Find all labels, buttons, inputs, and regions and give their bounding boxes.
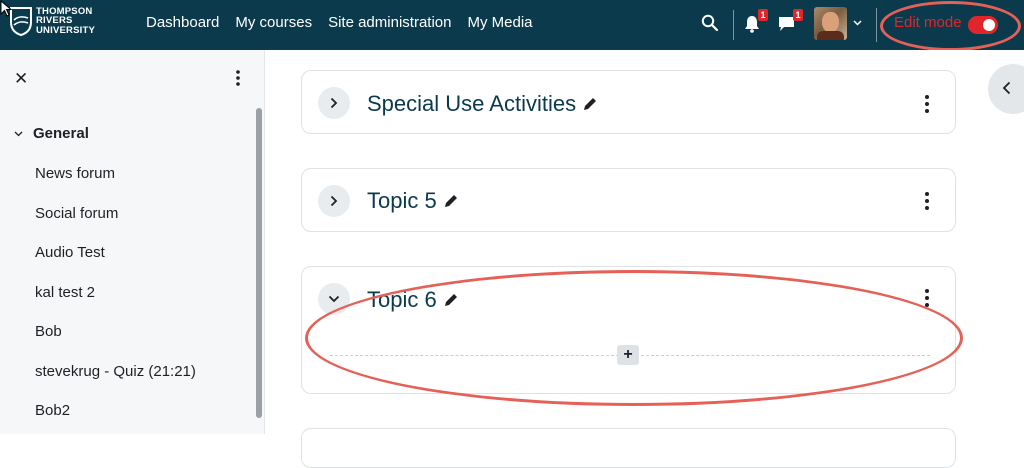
chevron-down-icon [328,295,340,303]
course-index-item[interactable]: News forum [35,165,115,182]
pencil-icon[interactable] [443,292,459,308]
course-index-item[interactable]: Bob2 [35,402,70,419]
nav-my-courses-link[interactable]: My courses [235,14,312,31]
top-navbar: THOMPSON RIVERS UNIVERSITY Dashboard My … [0,0,1024,50]
pencil-icon[interactable] [443,193,459,209]
section-title[interactable]: Topic 6 [367,287,459,313]
section-card: Topic 6 + [301,266,956,394]
section-card [301,428,956,468]
section-title[interactable]: Topic 5 [367,188,459,214]
drawer-menu-kebab-icon[interactable] [236,70,240,86]
chevron-left-icon [1002,81,1011,95]
section-title-text[interactable]: Topic 5 [367,188,437,214]
course-section-general[interactable]: General [14,125,89,142]
section-expand-button[interactable] [318,185,350,217]
section-title-text[interactable]: Topic 6 [367,287,437,313]
section-collapse-button[interactable] [318,283,350,315]
user-avatar[interactable] [814,7,847,40]
chevron-right-icon [330,97,338,109]
edit-mode-toggle[interactable] [968,16,998,34]
section-card: Special Use Activities [301,70,956,134]
university-logo[interactable]: THOMPSON RIVERS UNIVERSITY [10,6,95,36]
nav-dashboard-link[interactable]: Dashboard [146,14,219,31]
section-actions-kebab-icon[interactable] [925,289,929,310]
chevron-right-icon [330,195,338,207]
section-actions-kebab-icon[interactable] [925,192,929,213]
nav-site-administration-link[interactable]: Site administration [328,14,451,31]
avatar-shirt [817,31,844,40]
chevron-down-icon[interactable] [14,131,23,137]
course-index-item[interactable]: Bob [35,323,62,340]
logo-wordmark: THOMPSON RIVERS UNIVERSITY [36,7,95,36]
course-index-item[interactable]: kal test 2 [35,284,95,301]
notifications-badge: 1 [758,9,768,21]
nav-my-media-link[interactable]: My Media [467,14,532,31]
section-actions-kebab-icon[interactable] [925,95,929,116]
mouse-cursor-icon [0,0,13,17]
section-expand-button[interactable] [318,87,350,119]
navbar-divider [876,8,877,42]
logo-line: UNIVERSITY [36,24,96,36]
messages-badge: 1 [793,9,803,21]
chevron-down-icon[interactable] [853,20,862,26]
navbar-divider [733,10,734,40]
add-activity-button[interactable]: + [617,345,639,365]
pencil-icon[interactable] [582,96,598,112]
course-index-drawer: ✕ General News forum Social forum Audio … [0,50,265,434]
toggle-knob [983,19,995,31]
search-icon[interactable] [701,14,719,32]
section-title: General [33,125,89,142]
primary-navigation: Dashboard My courses Site administration… [146,14,549,31]
course-index-item[interactable]: stevekrug - Quiz (21:21) [35,363,196,380]
drawer-scrollbar[interactable] [256,108,262,418]
course-index-item[interactable]: Social forum [35,205,118,222]
avatar-face [822,12,839,32]
section-title-text[interactable]: Special Use Activities [367,91,576,117]
section-title[interactable]: Special Use Activities [367,91,598,117]
course-index-item[interactable]: Audio Test [35,244,105,261]
close-icon[interactable]: ✕ [14,69,28,89]
edit-mode-label: Edit mode [894,14,962,31]
section-card: Topic 5 [301,168,956,232]
